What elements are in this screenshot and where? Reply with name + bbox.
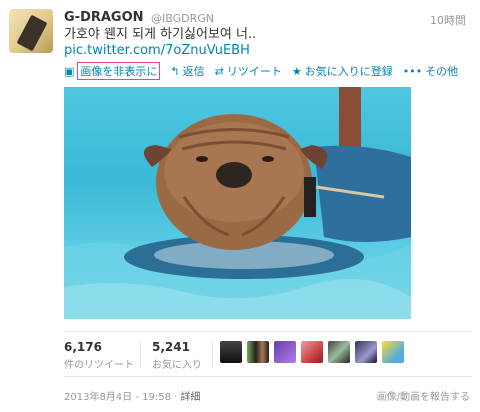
tweet-date: 2013年8月4日 - 19:58 · 詳細: [64, 388, 201, 403]
stat-separator: [140, 340, 141, 368]
avatar[interactable]: [274, 341, 296, 363]
more-label: その他: [425, 65, 459, 78]
star-icon: ★: [291, 64, 302, 78]
dog-swimming-image: [64, 87, 411, 319]
tweet-photo[interactable]: [64, 87, 411, 319]
retweet-count: 6,176: [64, 340, 102, 354]
tweet-text: 가호야 웬지 되게 하기싫어보여 너..: [64, 27, 257, 42]
favorite-label: お気に入りに登録: [304, 65, 393, 78]
reply-button[interactable]: ↰ 返信: [170, 63, 204, 79]
avatar[interactable]: [382, 341, 404, 363]
report-media-link[interactable]: 画像/動画を報告する: [377, 388, 470, 403]
display-name[interactable]: G-DRAGON: [64, 10, 144, 25]
user-handle[interactable]: @IBGDRGN: [151, 12, 214, 25]
stats-divider-bottom: [64, 376, 472, 377]
tweet-pic-link[interactable]: pic.twitter.com/7oZnuVuEBH: [64, 43, 250, 58]
more-icon: •••: [402, 64, 423, 78]
retweet-icon: ⇄: [214, 64, 224, 78]
favorite-button[interactable]: ★ お気に入りに登録: [292, 63, 393, 79]
favoriter-avatars: [220, 341, 409, 363]
image-icon: ▣: [64, 64, 75, 78]
avatar[interactable]: [247, 341, 269, 363]
reply-label: 返信: [182, 65, 205, 78]
favorite-stat[interactable]: 5,241 お気に入り: [152, 340, 202, 371]
favorite-count-label: お気に入り: [152, 360, 202, 371]
user-avatar[interactable]: [9, 9, 53, 53]
details-link[interactable]: 詳細: [181, 392, 201, 403]
favorite-count: 5,241: [152, 340, 190, 354]
date-text[interactable]: 2013年8月4日 - 19:58: [64, 392, 171, 403]
tweet-actions: ▣ 画像を非表示に ↰ 返信 ⇄ リツイート ★ お気に入りに登録 ••• その…: [64, 62, 468, 80]
avatar[interactable]: [301, 341, 323, 363]
date-separator: ·: [174, 392, 178, 403]
avatar[interactable]: [220, 341, 242, 363]
avatar[interactable]: [355, 341, 377, 363]
reply-icon: ↰: [170, 64, 180, 78]
hide-image-button[interactable]: ▣ 画像を非表示に: [64, 62, 161, 80]
retweet-label: リツイート: [226, 65, 282, 78]
retweet-count-label: 件のリツイート: [64, 360, 134, 371]
stat-separator: [212, 340, 213, 368]
retweet-button[interactable]: ⇄ リツイート: [215, 63, 282, 79]
tweet-timestamp[interactable]: 10時間: [430, 12, 466, 28]
more-button[interactable]: ••• その他: [403, 63, 458, 79]
retweet-stat[interactable]: 6,176 件のリツイート: [64, 340, 134, 371]
stats-divider-top: [64, 331, 472, 332]
avatar[interactable]: [328, 341, 350, 363]
hide-image-label: 画像を非表示に: [77, 62, 161, 80]
